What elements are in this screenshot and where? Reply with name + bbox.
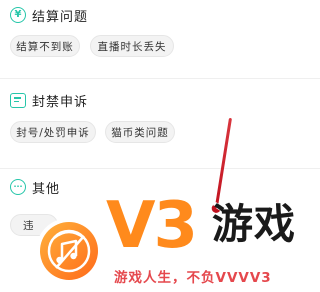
chip-cat-coin-issue[interactable]: 猫币类问题 (105, 121, 175, 143)
section-title: 其他 (32, 181, 61, 197)
watermark: V3 游戏 游戏人生，不负VVVV3 (34, 194, 320, 292)
annotation-red-line (214, 117, 232, 210)
watermark-slogan: 游戏人生，不负VVVV3 (114, 270, 272, 286)
section-header-settlement: ¥ 结算问题 (10, 6, 89, 25)
chip-settlement-not-received[interactable]: 结算不到账 (10, 35, 80, 57)
divider (0, 78, 320, 79)
section-title: 封禁申诉 (32, 94, 89, 110)
section-header-ban-appeal: 封禁申诉 (10, 91, 89, 110)
section-header-other: ··· 其他 (10, 178, 61, 197)
yen-icon: ¥ (10, 7, 26, 23)
divider (0, 168, 320, 169)
section-title: 结算问题 (32, 9, 89, 25)
more-dots-icon: ··· (10, 179, 26, 195)
chip-ban-penalty-appeal[interactable]: 封号/处罚申诉 (10, 121, 96, 143)
watermark-brand: V3 (106, 189, 198, 263)
watermark-name: 游戏 (212, 200, 296, 248)
message-square-icon (10, 92, 26, 108)
music-disc-logo (34, 216, 104, 286)
chip-live-duration-lost[interactable]: 直播时长丢失 (90, 35, 174, 57)
